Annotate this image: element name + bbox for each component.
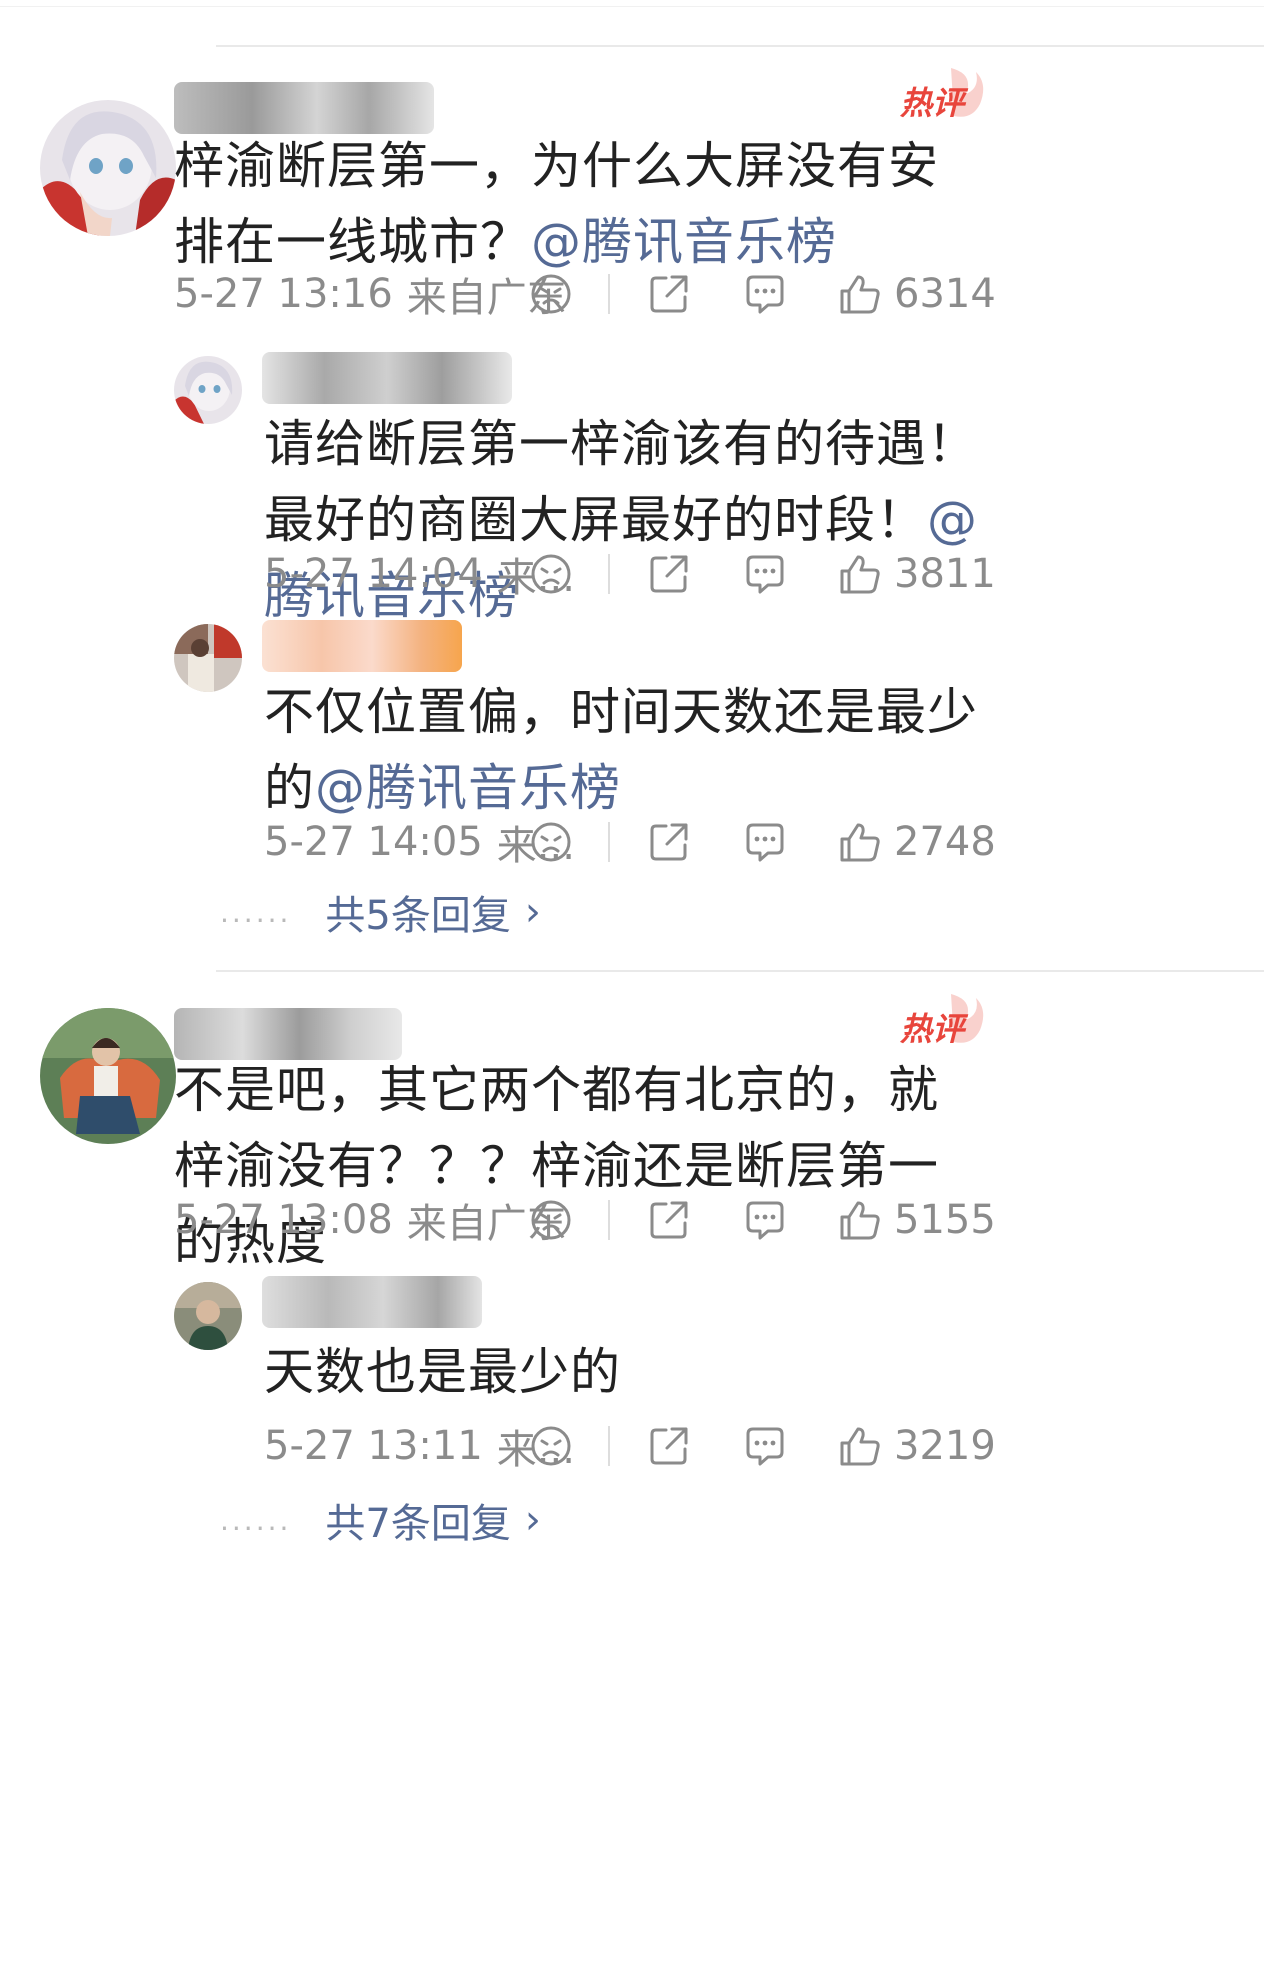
- comment-button[interactable]: [742, 821, 788, 863]
- comment-bubble-icon: [746, 823, 784, 862]
- action-separator: [608, 822, 610, 862]
- comment-actions: 5155: [528, 1190, 996, 1250]
- like-count: 3219: [894, 1423, 996, 1469]
- comment-button[interactable]: [742, 1199, 788, 1241]
- reply-time: 5-27 13:11: [264, 1423, 483, 1469]
- sad-face-icon: [531, 1200, 571, 1240]
- chevron-right-icon: ›: [524, 1497, 541, 1543]
- thumbs-up-icon: [840, 275, 880, 314]
- share-button[interactable]: [646, 273, 692, 315]
- like-count: 6314: [894, 271, 996, 317]
- share-icon: [650, 555, 688, 593]
- like-count: 5155: [894, 1197, 996, 1243]
- comment-time: 5-27 13:08: [174, 1197, 393, 1243]
- avatar[interactable]: [174, 1282, 242, 1350]
- chevron-right-icon: ›: [524, 889, 541, 935]
- comment-button[interactable]: [742, 553, 788, 595]
- hot-comment-label: 热评: [900, 1010, 965, 1048]
- hot-comment-label: 热评: [900, 84, 965, 122]
- share-button[interactable]: [646, 821, 692, 863]
- action-separator: [608, 1426, 610, 1466]
- top-divider: [0, 6, 1264, 7]
- action-separator: [608, 274, 610, 314]
- comment-divider: [216, 45, 1264, 47]
- avatar[interactable]: [40, 100, 176, 236]
- like-button[interactable]: 5155: [838, 1197, 996, 1243]
- like-button[interactable]: 2748: [838, 819, 996, 865]
- reply-time: 5-27 14:04: [264, 551, 483, 597]
- dislike-button[interactable]: [528, 553, 574, 595]
- username-blurred[interactable]: [262, 620, 462, 672]
- comment-actions: 6314: [528, 264, 996, 324]
- share-icon: [650, 275, 688, 313]
- sad-face-icon: [531, 822, 571, 862]
- mention-link[interactable]: @腾讯音乐榜: [531, 213, 837, 271]
- more-dots: ......: [220, 1503, 292, 1537]
- reply-actions: 3219: [528, 1416, 996, 1476]
- share-button[interactable]: [646, 1425, 692, 1467]
- action-separator: [608, 554, 610, 594]
- reply-time: 5-27 14:05: [264, 819, 483, 865]
- more-dots: ......: [220, 895, 292, 929]
- comment-meta: 5-27 13:08 来自广东: [174, 1190, 567, 1250]
- comment-bubble-icon: [746, 1201, 784, 1240]
- like-button[interactable]: 3811: [838, 551, 996, 597]
- share-icon: [650, 1201, 688, 1239]
- thumbs-up-icon: [840, 555, 880, 594]
- share-icon: [650, 1427, 688, 1465]
- comment-bubble-icon: [746, 555, 784, 594]
- username-blurred[interactable]: [174, 82, 434, 134]
- comment-text: 梓渝断层第一，为什么大屏没有安排在一线城市？@腾讯音乐榜: [174, 137, 939, 271]
- share-button[interactable]: [646, 553, 692, 595]
- like-button[interactable]: 6314: [838, 271, 996, 317]
- dislike-button[interactable]: [528, 821, 574, 863]
- sad-face-icon: [531, 274, 571, 314]
- like-button[interactable]: 3219: [838, 1423, 996, 1469]
- thumbs-up-icon: [840, 823, 880, 862]
- comment-meta: 5-27 13:16 来自广东: [174, 264, 567, 324]
- comment-button[interactable]: [742, 273, 788, 315]
- comment-divider: [216, 970, 1264, 972]
- avatar[interactable]: [174, 356, 242, 424]
- reply-text: 天数也是最少的: [264, 1343, 621, 1401]
- more-replies-label: 共7条回复: [325, 1501, 511, 1547]
- more-replies-link[interactable]: ...... 共5条回复 ›: [220, 882, 541, 942]
- share-button[interactable]: [646, 1199, 692, 1241]
- username-blurred[interactable]: [262, 352, 512, 404]
- username-blurred[interactable]: [262, 1276, 482, 1328]
- comment-bubble-icon: [746, 275, 784, 314]
- more-replies-label: 共5条回复: [325, 893, 511, 939]
- dislike-button[interactable]: [528, 273, 574, 315]
- dislike-button[interactable]: [528, 1199, 574, 1241]
- avatar[interactable]: [174, 624, 242, 692]
- hot-comment-badge: 热评: [896, 990, 986, 1060]
- thumbs-up-icon: [840, 1427, 880, 1466]
- like-count: 2748: [894, 819, 996, 865]
- comment-button[interactable]: [742, 1425, 788, 1467]
- reply-actions: 2748: [528, 812, 996, 872]
- hot-comment-badge: 热评: [896, 64, 986, 134]
- reply-text: 不仅位置偏，时间天数还是最少的@腾讯音乐榜: [264, 683, 978, 817]
- like-count: 3811: [894, 551, 996, 597]
- thumbs-up-icon: [840, 1201, 880, 1240]
- sad-face-icon: [531, 1426, 571, 1466]
- comment-time: 5-27 13:16: [174, 271, 393, 317]
- reply-actions: 3811: [528, 544, 996, 604]
- mention-link[interactable]: @腾讯音乐榜: [315, 759, 621, 817]
- action-separator: [608, 1200, 610, 1240]
- comment-bubble-icon: [746, 1427, 784, 1466]
- more-replies-link[interactable]: ...... 共7条回复 ›: [220, 1490, 541, 1550]
- dislike-button[interactable]: [528, 1425, 574, 1467]
- sad-face-icon: [531, 554, 571, 594]
- avatar[interactable]: [40, 1008, 176, 1144]
- share-icon: [650, 823, 688, 861]
